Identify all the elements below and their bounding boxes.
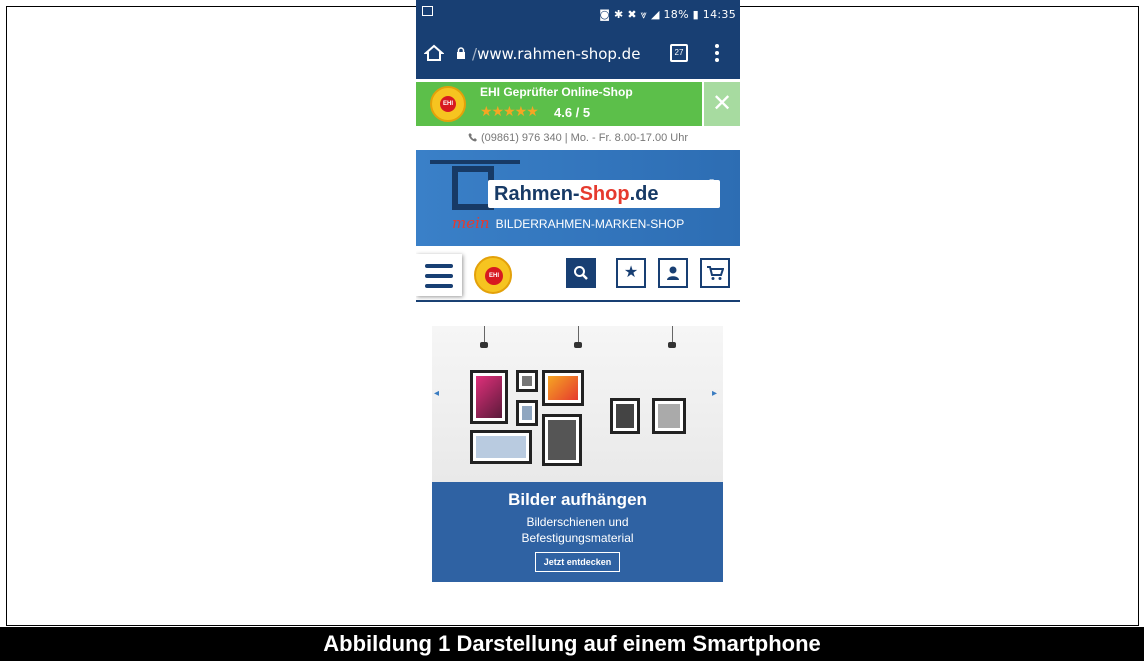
close-banner-button[interactable]: ✕: [704, 82, 740, 126]
slider-next-arrow[interactable]: ▸: [712, 388, 717, 399]
ehi-banner-title: EHI Geprüfter Online-Shop: [480, 85, 633, 99]
hero-slider[interactable]: ◂ ▸ Bilder aufhängen Bilderschienen und B…: [432, 326, 723, 582]
cart-button[interactable]: [700, 258, 730, 288]
site-nav-bar: EHI ★: [416, 250, 740, 302]
registered-mark: ®: [708, 178, 716, 189]
lock-icon: [456, 39, 466, 59]
figure-caption: Abbildung 1 Darstellung auf einem Smartp…: [0, 627, 1144, 661]
search-button[interactable]: [566, 258, 596, 288]
framed-picture: [516, 400, 538, 426]
brand-tagline: mein BILDERRAHMEN-MARKEN-SHOP: [452, 214, 685, 232]
rating-stars: ★★★★★: [480, 103, 539, 119]
ehi-trust-banner[interactable]: EHI EHI Geprüfter Online-Shop ★★★★★ 4.6 …: [416, 82, 702, 126]
framed-picture: [652, 398, 686, 434]
tab-switcher-button[interactable]: 27: [670, 44, 688, 62]
contact-line[interactable]: (09861) 976 340 | Mo. - Fr. 8.00-17.00 U…: [416, 128, 740, 148]
framed-picture: [610, 398, 640, 434]
frame-hanger-graphic: [430, 160, 520, 164]
wishlist-button[interactable]: ★: [616, 258, 646, 288]
framed-picture: [542, 414, 582, 466]
ehi-seal-icon[interactable]: EHI: [474, 256, 512, 294]
site-logo: Rahmen-Shop.de: [488, 180, 720, 208]
ehi-seal-icon: EHI: [430, 86, 466, 122]
brand-header[interactable]: Rahmen-Shop.de ® mein BILDERRAHMEN-MARKEN…: [416, 150, 740, 246]
slide-headline: Bilder aufhängen: [508, 490, 647, 509]
status-bar: ◙ ✱ ✖ ⩔ ◢ 18% ▮ 14:35: [416, 0, 740, 29]
spot-lamp-graphic: [480, 326, 490, 348]
slide-promo-panel: Bilder aufhängen Bilderschienen und Befes…: [432, 482, 723, 582]
phone-screenshot: ◙ ✱ ✖ ⩔ ◢ 18% ▮ 14:35 /www.rahmen-shop.d…: [416, 0, 740, 584]
spot-lamp-graphic: [668, 326, 678, 348]
phone-icon: [468, 133, 477, 142]
cart-icon: [707, 266, 725, 280]
search-icon: [574, 266, 588, 280]
framed-picture: [470, 370, 508, 424]
hamburger-menu-icon[interactable]: [416, 254, 462, 296]
framed-picture: [542, 370, 584, 406]
slide-subline: Bilderschienen und Befestigungsmaterial: [521, 515, 634, 545]
url-text: www.rahmen-shop.de: [477, 45, 641, 63]
rating-value: 4.6 / 5: [554, 105, 591, 120]
status-indicators: ◙ ✱ ✖ ⩔ ◢ 18% ▮ 14:35: [599, 8, 736, 21]
discover-now-button[interactable]: Jetzt entdecken: [534, 552, 621, 572]
slider-prev-arrow[interactable]: ◂: [434, 388, 439, 399]
address-bar[interactable]: /www.rahmen-shop.de: [456, 39, 656, 69]
browser-toolbar: /www.rahmen-shop.de 27: [416, 29, 740, 79]
star-icon: ★: [623, 264, 639, 281]
spot-lamp-graphic: [574, 326, 584, 348]
account-button[interactable]: [658, 258, 688, 288]
user-icon: [667, 266, 679, 280]
home-icon[interactable]: [423, 43, 445, 63]
framed-picture: [470, 430, 532, 464]
image-notification-icon: [422, 6, 433, 16]
framed-picture: [516, 370, 538, 392]
overflow-menu-icon[interactable]: [714, 43, 720, 63]
